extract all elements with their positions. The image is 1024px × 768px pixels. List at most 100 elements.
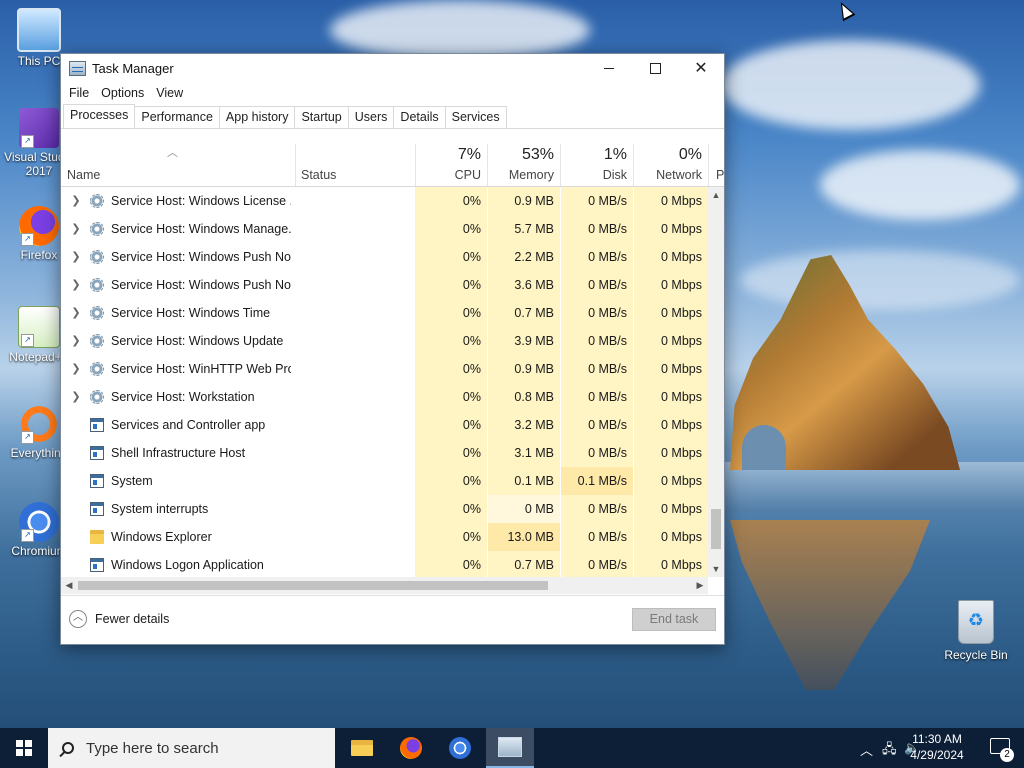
chevron-right-icon[interactable]: ❯ — [69, 215, 83, 243]
recycle-bin-label: Recycle Bin — [944, 648, 1008, 662]
windows-logo-icon — [16, 740, 32, 756]
cpu-value: 0% — [415, 187, 487, 215]
taskbar-task-manager[interactable] — [486, 728, 534, 768]
column-header-status[interactable]: Status — [295, 144, 416, 186]
memory-value: 0.9 MB — [488, 187, 560, 215]
notepad-plus-plus-icon: ↗ — [18, 306, 60, 348]
service-gear-icon — [90, 194, 104, 208]
menu-options[interactable]: Options — [95, 86, 150, 100]
memory-value: 5.7 MB — [488, 215, 560, 243]
column-header-cpu[interactable]: 7% CPU — [415, 144, 488, 186]
tab-performance[interactable]: Performance — [134, 106, 220, 128]
column-header-memory[interactable]: 53% Memory — [488, 144, 561, 186]
disk-value: 0 MB/s — [561, 495, 633, 523]
column-header-disk[interactable]: 1% Disk — [561, 144, 634, 186]
service-gear-icon — [90, 390, 104, 404]
tab-app-history[interactable]: App history — [218, 106, 296, 128]
memory-value: 3.1 MB — [488, 439, 560, 467]
taskbar-chromium[interactable] — [436, 728, 484, 768]
task-manager-icon — [69, 60, 86, 76]
cpu-value: 0% — [415, 383, 487, 411]
chevron-up-icon[interactable]: ︿ — [860, 740, 873, 759]
scroll-left-icon[interactable]: ◀ — [61, 577, 77, 594]
chevron-right-icon[interactable]: ❯ — [69, 187, 83, 215]
chevron-right-icon[interactable]: ❯ — [69, 299, 83, 327]
memory-value: 0.7 MB — [488, 551, 560, 579]
disk-value: 0 MB/s — [561, 383, 633, 411]
chevron-right-icon[interactable]: ❯ — [69, 355, 83, 383]
table-row[interactable]: ❯ Service Host: Windows Update 0% 3.9 MB 0 M… — [61, 327, 708, 355]
table-row[interactable]: Windows Logon Application 0% 0.7 MB 0 MB/s 0… — [61, 551, 708, 579]
process-name: Shell Infrastructure Host — [111, 446, 246, 460]
column-header-network[interactable]: 0% Network — [634, 144, 709, 186]
taskbar-file-explorer[interactable] — [338, 728, 386, 768]
cpu-value: 0% — [415, 411, 487, 439]
table-row[interactable]: ❯ Service Host: WinHTTP Web Pro... 0% 0.9 M… — [61, 355, 708, 383]
network-value: 0 Mbps — [634, 495, 708, 523]
maximize-button[interactable] — [632, 54, 678, 82]
minimize-button[interactable] — [586, 54, 632, 82]
horizontal-scrollbar[interactable]: ◀ ▶ — [61, 577, 708, 594]
chevron-right-icon[interactable]: ❯ — [69, 383, 83, 411]
task-manager-icon — [498, 737, 522, 757]
tab-processes[interactable]: Processes — [63, 104, 136, 129]
chevron-right-icon[interactable]: ❯ — [69, 243, 83, 271]
table-row[interactable]: Shell Infrastructure Host 0% 3.1 MB 0 MB/s 0… — [61, 439, 708, 467]
recycle-bin-icon[interactable]: Recycle Bin — [940, 600, 1012, 662]
memory-value: 3.6 MB — [488, 271, 560, 299]
table-row[interactable]: ❯ Service Host: Workstation 0% 0.8 MB 0 MB/s… — [61, 383, 708, 411]
chevron-right-icon[interactable]: ❯ — [69, 327, 83, 355]
menu-file[interactable]: File — [63, 86, 95, 100]
network-value: 0 Mbps — [634, 243, 708, 271]
wallpaper-cloud — [330, 0, 590, 60]
process-table: ︿ Name Status 7% CPU 53% Memory 1% Disk … — [61, 144, 724, 594]
column-header-power[interactable]: P — [708, 144, 724, 186]
close-button[interactable]: ✕ — [678, 54, 724, 82]
explorer-folder-icon — [90, 530, 104, 544]
end-task-button[interactable]: End task — [632, 608, 716, 631]
tab-services[interactable]: Services — [444, 106, 507, 128]
network-value: 0 Mbps — [634, 327, 708, 355]
process-name: Service Host: WinHTTP Web Pro... — [111, 362, 291, 376]
taskbar-firefox[interactable] — [387, 728, 435, 768]
menu-view[interactable]: View — [150, 86, 189, 100]
vertical-scroll-thumb[interactable] — [711, 509, 721, 549]
network-icon[interactable]: 🖧 — [882, 740, 897, 762]
title-bar[interactable]: Task Manager ✕ — [61, 54, 724, 82]
network-value: 0 Mbps — [634, 411, 708, 439]
service-gear-icon — [90, 278, 104, 292]
scroll-up-icon[interactable]: ▲ — [708, 187, 724, 203]
process-name: System interrupts — [111, 502, 209, 516]
shortcut-arrow-icon: ↗ — [21, 233, 34, 246]
cpu-value: 0% — [415, 299, 487, 327]
table-row[interactable]: Services and Controller app 0% 3.2 MB 0 MB/… — [61, 411, 708, 439]
table-row[interactable]: ❯ Service Host: Windows Push No... 0% 2.2 M… — [61, 243, 708, 271]
table-row[interactable]: System interrupts 0% 0 MB 0 MB/s 0 Mbps — [61, 495, 708, 523]
table-row[interactable]: ❯ Service Host: Windows Time 0% 0.7 MB 0 MB/… — [61, 299, 708, 327]
tab-details[interactable]: Details — [393, 106, 446, 128]
taskbar-search-box[interactable]: Type here to search — [48, 728, 335, 768]
fewer-details-button[interactable]: ︿ Fewer details — [69, 610, 169, 628]
column-header-name[interactable]: ︿ Name — [61, 144, 296, 186]
wallpaper-rock-arch — [742, 425, 786, 470]
table-row[interactable]: ❯ Service Host: Windows Manage... 0% 5.7 MB… — [61, 215, 708, 243]
table-row[interactable]: Windows Explorer 0% 13.0 MB 0 MB/s 0 Mbps — [61, 523, 708, 551]
tab-startup[interactable]: Startup — [294, 106, 349, 128]
table-row[interactable]: ❯ Service Host: Windows Push No... 0% 3.6 M… — [61, 271, 708, 299]
horizontal-scroll-thumb[interactable] — [78, 581, 548, 590]
start-button[interactable] — [0, 728, 48, 768]
chevron-right-icon[interactable]: ❯ — [69, 271, 83, 299]
scroll-right-icon[interactable]: ▶ — [692, 577, 708, 594]
scroll-down-icon[interactable]: ▼ — [708, 561, 724, 577]
tab-users[interactable]: Users — [347, 106, 395, 128]
table-row[interactable]: System 0% 0.1 MB 0.1 MB/s 0 Mbps — [61, 467, 708, 495]
vertical-scrollbar[interactable]: ▲ ▼ — [708, 187, 724, 577]
process-name: Service Host: Windows License ... — [111, 194, 291, 208]
computer-icon — [17, 8, 61, 52]
table-row[interactable]: ❯ Service Host: Windows License ... 0% 0.9 … — [61, 187, 708, 215]
disk-value: 0 MB/s — [561, 355, 633, 383]
clock[interactable]: 11:30 AM 4/29/2024 — [902, 731, 972, 763]
memory-value: 0.1 MB — [488, 467, 560, 495]
clock-time: 11:30 AM — [912, 732, 962, 746]
service-gear-icon — [90, 250, 104, 264]
